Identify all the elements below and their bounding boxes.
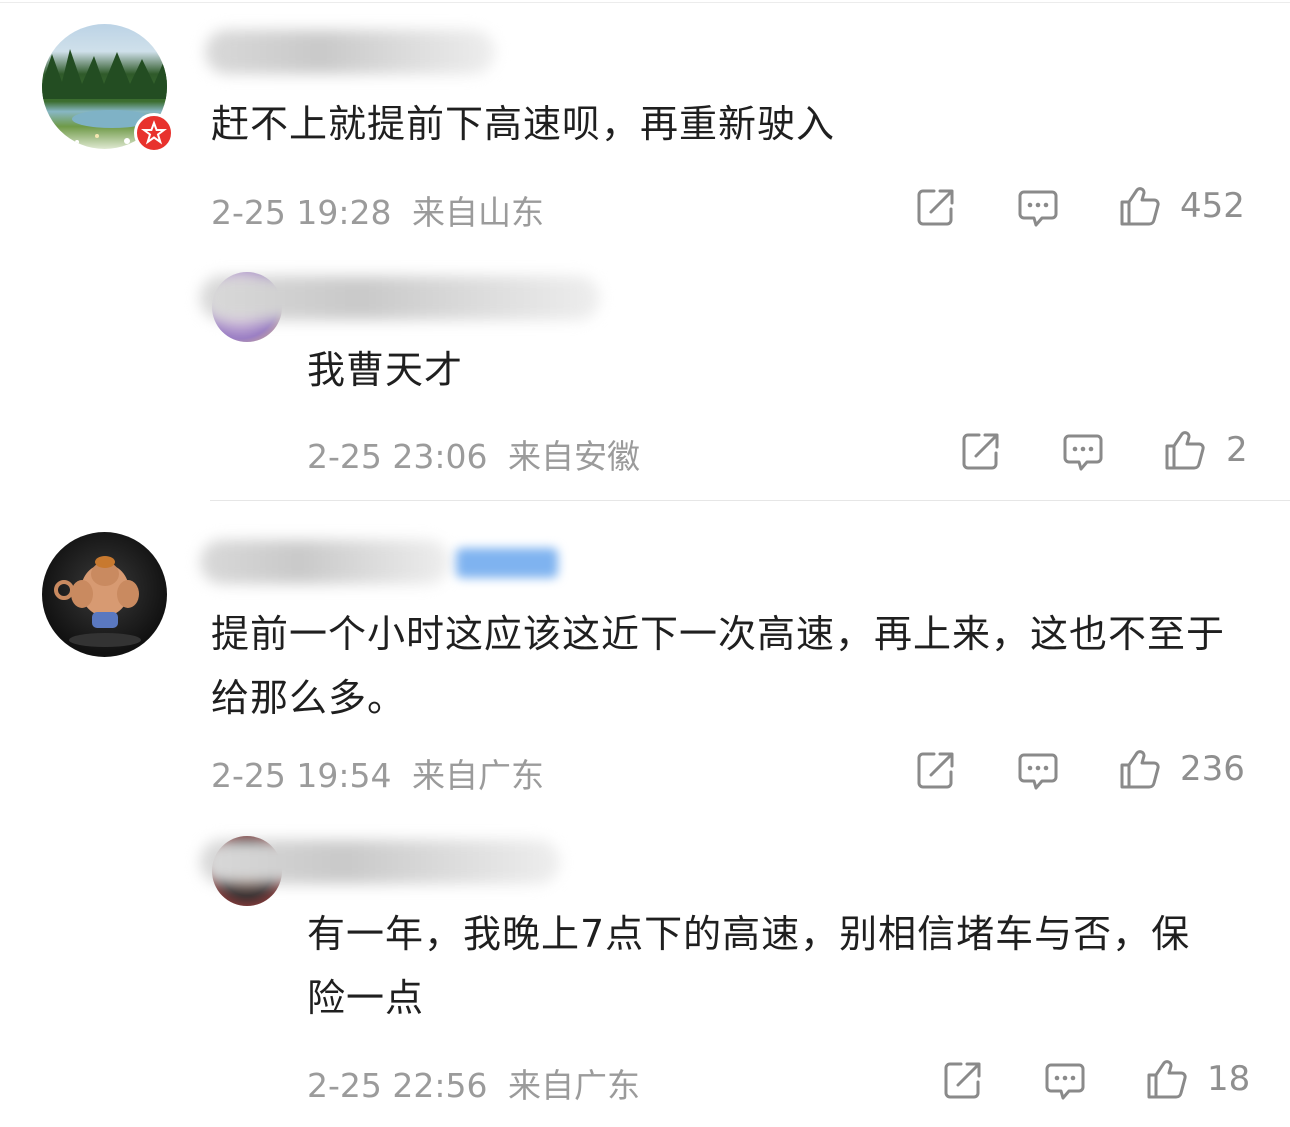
comment-meta: 2-25 19:54 来自广东 <box>211 749 544 797</box>
like-count: 236 <box>1180 749 1245 789</box>
reply-time: 2-25 22:56 <box>307 1066 488 1105</box>
thumbs-up-icon[interactable] <box>1118 184 1162 228</box>
username-blurred[interactable] <box>200 276 600 320</box>
comment-icon[interactable] <box>1016 186 1060 230</box>
verified-badge <box>456 548 558 578</box>
comment-time: 2-25 19:28 <box>211 193 392 232</box>
comment-icon[interactable] <box>1061 430 1105 474</box>
like-count: 2 <box>1226 430 1248 470</box>
comment-text: 赶不上就提前下高速呗，再重新驶入 <box>211 102 836 146</box>
reply-meta: 2-25 22:56 来自广东 <box>307 1059 640 1107</box>
username-blurred[interactable] <box>200 840 560 884</box>
reply-time: 2-25 23:06 <box>307 437 488 476</box>
comment-location: 来自山东 <box>412 193 544 232</box>
comment-meta: 2-25 19:28 来自山东 <box>211 186 544 234</box>
avatar[interactable] <box>42 532 167 657</box>
username-blurred[interactable] <box>200 540 450 584</box>
like-count: 452 <box>1180 186 1245 226</box>
username-blurred[interactable] <box>205 30 495 74</box>
thumbs-up-icon[interactable] <box>1145 1057 1189 1101</box>
like-count: 18 <box>1207 1059 1251 1099</box>
comment-divider <box>210 500 1290 501</box>
reply-meta: 2-25 23:06 来自安徽 <box>307 430 640 478</box>
reply-text: 我曹天才 <box>307 348 464 392</box>
figurine-image <box>54 556 141 647</box>
red-star-badge-icon <box>134 113 174 153</box>
reply-text: 有一年，我晚上7点下的高速，别相信堵车与否，保险一点 <box>307 912 1191 1020</box>
comment-text: 提前一个小时这应该这近下一次高速，再上来，这也不至于给那么多。 <box>211 612 1226 720</box>
comment-time: 2-25 19:54 <box>211 756 392 795</box>
share-icon[interactable] <box>959 429 1003 473</box>
comment-icon[interactable] <box>1043 1059 1087 1103</box>
share-icon[interactable] <box>914 185 958 229</box>
share-icon[interactable] <box>914 748 958 792</box>
reply-location: 来自安徽 <box>508 437 640 476</box>
comment-icon[interactable] <box>1016 749 1060 793</box>
reply-location: 来自广东 <box>508 1066 640 1105</box>
share-icon[interactable] <box>941 1058 985 1102</box>
top-divider <box>0 2 1290 3</box>
thumbs-up-icon[interactable] <box>1118 747 1162 791</box>
comment-location: 来自广东 <box>412 756 544 795</box>
thumbs-up-icon[interactable] <box>1163 428 1207 472</box>
